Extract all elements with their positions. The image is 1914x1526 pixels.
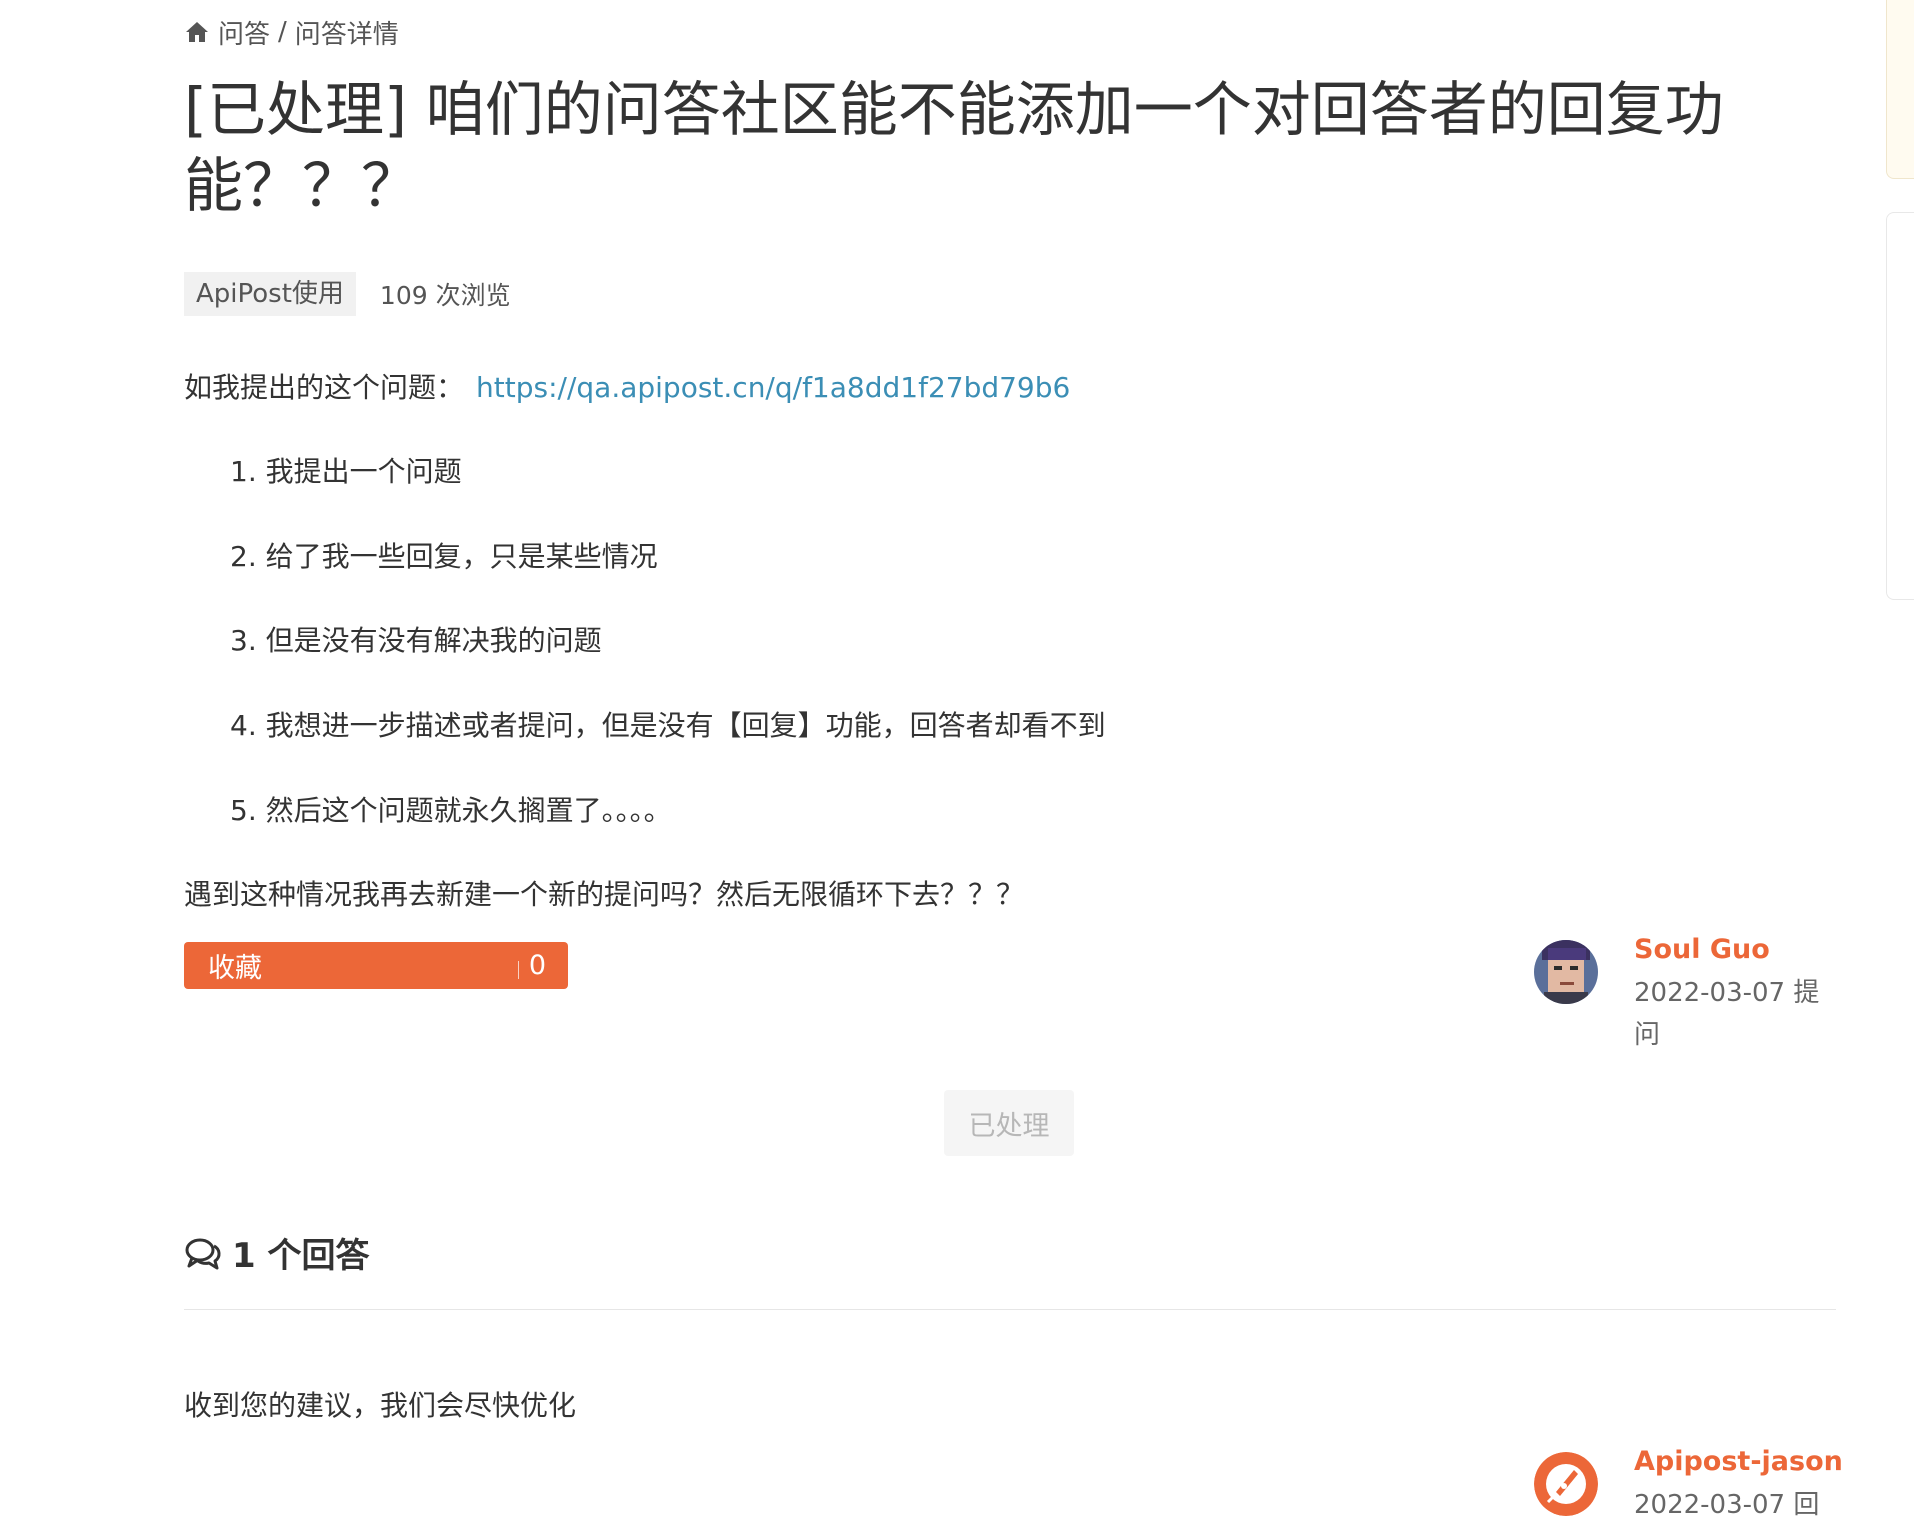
side-panel-bottom xyxy=(1886,212,1914,600)
comments-icon xyxy=(185,1238,221,1269)
breadcrumb-separator: / xyxy=(278,17,287,47)
category-tag[interactable]: ApiPost使用 xyxy=(184,272,356,316)
view-count: 109 次浏览 xyxy=(379,281,511,310)
question-intro-text: 如我提出的这个问题： xyxy=(184,371,465,404)
list-item: 3. 但是没有没有解决我的问题 xyxy=(230,624,602,657)
author-name[interactable]: Apipost-jason xyxy=(1634,1446,1843,1477)
question-meta: ApiPost使用 109 次浏览 xyxy=(184,272,511,316)
answers-header: 1 个回答 xyxy=(184,1228,370,1277)
answers-count: 1 个回答 xyxy=(232,1236,370,1276)
avatar[interactable] xyxy=(1534,940,1598,1004)
side-panel-top xyxy=(1886,0,1914,179)
list-item: 5. 然后这个问题就永久搁置了。。。。 xyxy=(230,794,672,827)
author-name[interactable]: Soul Guo xyxy=(1634,934,1770,965)
author-date: 2022-03-07 回 xyxy=(1634,1490,1820,1520)
question-link[interactable]: https://qa.apipost.cn/q/f1a8dd1f27bd79b6 xyxy=(476,371,1070,404)
question-closing: 遇到这种情况我再去新建一个新的提问吗？然后无限循环下去？？？ xyxy=(184,878,1025,911)
avatar[interactable] xyxy=(1534,1452,1598,1516)
home-icon xyxy=(186,22,208,42)
list-item: 2. 给了我一些回复，只是某些情况 xyxy=(230,540,658,573)
list-item: 4. 我想进一步描述或者提问，但是没有【回复】功能，回答者却看不到 xyxy=(230,709,1106,742)
page-title: [已处理] 咱们的问答社区能不能添加一个对回答者的回复功能？？？ xyxy=(184,75,1724,220)
favorite-count: 0 xyxy=(528,950,546,981)
user-avatar-icon xyxy=(1534,940,1598,1004)
question-intro: 如我提出的这个问题： https://qa.apipost.cn/q/f1a8dd… xyxy=(184,366,1070,406)
resolved-button[interactable]: 已处理 xyxy=(944,1090,1074,1156)
answers-divider xyxy=(184,1309,1836,1310)
list-item: 1. 我提出一个问题 xyxy=(230,455,462,488)
favorite-button[interactable]: 收藏 0 xyxy=(184,942,568,989)
favorite-label: 收藏 xyxy=(208,953,262,984)
favorite-divider xyxy=(517,960,519,979)
breadcrumb: 问答 / 问答详情 xyxy=(184,12,399,52)
apipost-logo-icon xyxy=(1534,1452,1598,1516)
answer-text: 收到您的建议，我们会尽快优化 xyxy=(184,1389,577,1422)
author-date: 2022-03-07 提问 xyxy=(1634,978,1820,1050)
breadcrumb-home-link[interactable]: 问答 xyxy=(218,14,270,51)
breadcrumb-current: 问答详情 xyxy=(294,19,399,50)
